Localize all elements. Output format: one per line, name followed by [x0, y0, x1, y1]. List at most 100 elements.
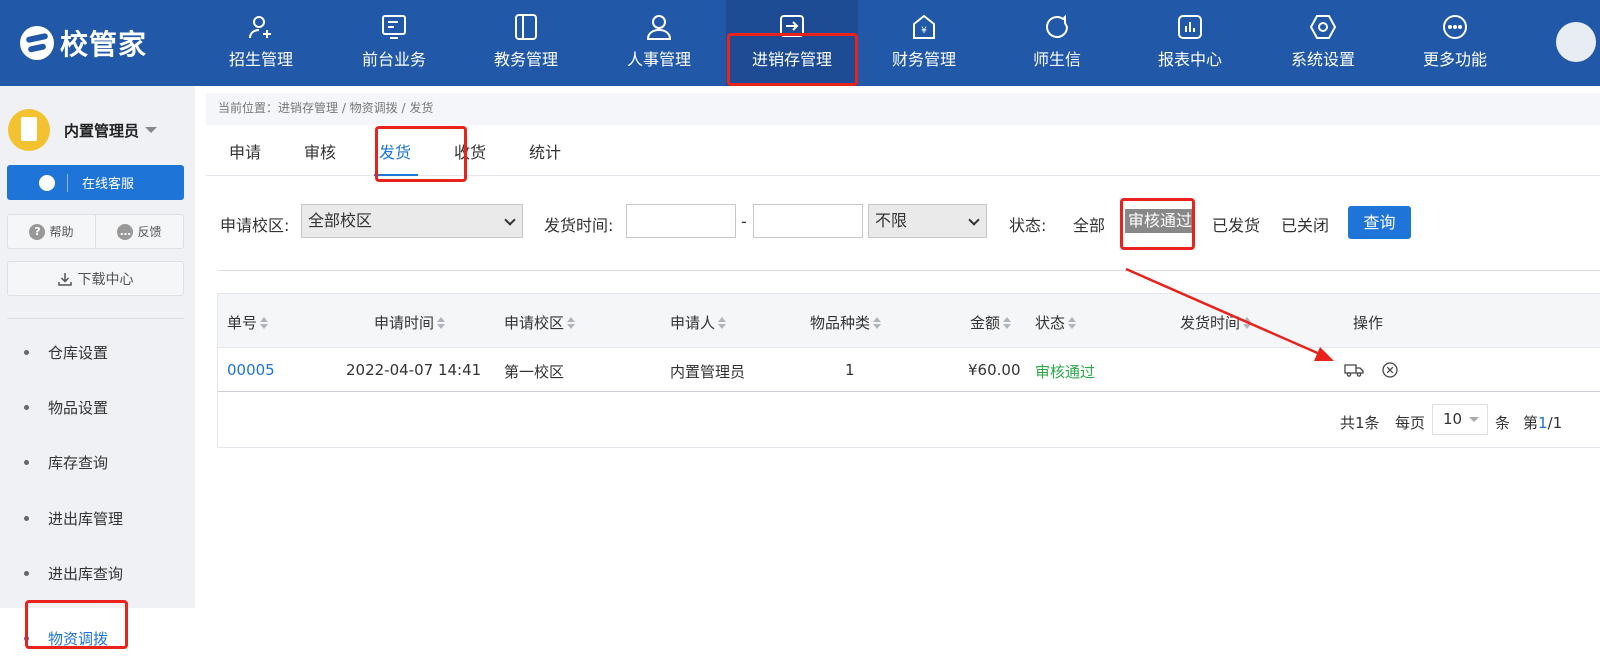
tab-ship[interactable]: 发货 — [379, 139, 411, 163]
status-option-closed[interactable]: 已关闭 — [1281, 212, 1329, 236]
column-header-amount[interactable]: 金额 — [970, 312, 1012, 333]
user-name: 内置管理员 — [64, 121, 140, 140]
online-service-button[interactable]: 在线客服 — [7, 165, 184, 200]
tab-receive[interactable]: 收货 — [454, 139, 486, 163]
sidebar: 内置管理员 在线客服 ? 帮助 … 反馈 下载中心 仓库设置 物品设置 库存查询… — [0, 86, 195, 668]
nav-label: 人事管理 — [626, 50, 691, 69]
nav-item-finance[interactable]: ¥ 财务管理 — [858, 0, 990, 86]
top-navigation: 校管家 招生管理 前台业务 教务管理 人事管理 进销存管理 ¥ 财务管理 师生信… — [0, 0, 1600, 86]
status-option-all[interactable]: 全部 — [1073, 212, 1105, 236]
sidebar-item-label: 物资调拨 — [48, 629, 109, 648]
sidebar-item-in-out-query[interactable]: 进出库查询 — [0, 553, 195, 593]
transfer-table: 单号 申请时间 申请校区 申请人 物品种类 金额 状态 发货时间 操作 0000… — [217, 293, 1600, 448]
status-option-approved[interactable]: 审核通过 — [1125, 209, 1196, 233]
column-header-item-kinds[interactable]: 物品种类 — [810, 312, 882, 333]
status-filter-label: 状态: — [1009, 216, 1047, 235]
feedback-label: 反馈 — [137, 225, 162, 239]
bar-chart-icon — [1178, 15, 1202, 39]
nav-item-settings[interactable]: 系统设置 — [1257, 0, 1389, 86]
sidebar-item-stock-query[interactable]: 库存查询 — [0, 442, 195, 482]
bullet-icon — [24, 404, 29, 410]
sort-icon — [1068, 316, 1077, 330]
campus-select-value: 全部校区 — [308, 211, 373, 230]
download-center-button[interactable]: 下载中心 — [7, 261, 184, 296]
app-logo[interactable]: 校管家 — [20, 22, 147, 64]
chevron-down-icon — [145, 127, 158, 133]
sidebar-item-label: 物品设置 — [48, 398, 109, 417]
nav-label: 更多功能 — [1422, 50, 1487, 69]
column-header-status[interactable]: 状态 — [1035, 312, 1077, 333]
tab-apply[interactable]: 申请 — [229, 139, 261, 163]
bullet-icon — [24, 635, 29, 641]
nav-label: 师生信 — [1032, 50, 1081, 69]
query-button[interactable]: 查询 — [1348, 206, 1411, 239]
status-option-shipped[interactable]: 已发货 — [1212, 212, 1260, 236]
sort-icon — [1243, 316, 1252, 330]
time-range-select[interactable]: 不限 — [868, 204, 987, 238]
nav-item-enrollment[interactable]: 招生管理 — [195, 0, 327, 86]
table-row: 00005 2022-04-07 14:41 第一校区 内置管理员 1 ¥60.… — [218, 348, 1600, 392]
account-avatar[interactable] — [1556, 22, 1596, 62]
page-size-select[interactable]: 10 — [1432, 404, 1488, 435]
column-header-applicant[interactable]: 申请人 — [670, 312, 727, 333]
nav-label: 系统设置 — [1290, 50, 1355, 69]
ship-time-start-input[interactable] — [626, 204, 736, 238]
cell-amount: ¥60.00 — [968, 361, 1021, 379]
column-header-ship-time[interactable]: 发货时间 — [1180, 312, 1252, 333]
order-no-link[interactable]: 00005 — [227, 361, 275, 379]
nav-label: 招生管理 — [228, 50, 293, 69]
column-header-apply-time[interactable]: 申请时间 — [374, 312, 446, 333]
ship-time-end-input[interactable] — [753, 204, 863, 238]
nav-item-front-desk[interactable]: 前台业务 — [328, 0, 460, 86]
close-circle-icon[interactable] — [1380, 360, 1400, 380]
breadcrumb: 当前位置：进销存管理 / 物资调拨 / 发货 — [206, 93, 1600, 125]
campus-filter-label: 申请校区: — [220, 216, 290, 235]
nav-label: 前台业务 — [361, 50, 426, 69]
sidebar-item-in-out-management[interactable]: 进出库管理 — [0, 498, 195, 538]
pager-unit: 条 — [1495, 414, 1511, 432]
pager-per-page-label: 每页 — [1395, 414, 1426, 432]
column-header-campus[interactable]: 申请校区 — [504, 312, 576, 333]
download-icon — [57, 272, 72, 286]
cell-status: 审核通过 — [1035, 363, 1096, 381]
feedback-button[interactable]: … 反馈 — [95, 215, 183, 248]
feedback-dots-icon: … — [117, 223, 134, 240]
column-header-order-no[interactable]: 单号 — [227, 312, 269, 333]
ship-time-label: 发货时间: — [544, 216, 614, 235]
time-range-value: 不限 — [875, 211, 908, 230]
help-button[interactable]: ? 帮助 — [8, 215, 95, 248]
cell-item-kinds: 1 — [845, 361, 855, 379]
user-menu[interactable]: 内置管理员 — [8, 108, 158, 152]
bullet-icon — [24, 515, 29, 521]
active-tab-indicator — [374, 174, 418, 176]
nav-item-academic[interactable]: 教务管理 — [460, 0, 592, 86]
nav-item-more[interactable]: 更多功能 — [1389, 0, 1521, 86]
nav-label: 财务管理 — [891, 50, 956, 69]
arrow-in-box-icon — [780, 15, 804, 37]
chevron-down-icon — [1469, 417, 1479, 422]
sidebar-item-item-settings[interactable]: 物品设置 — [0, 387, 195, 427]
yen-house-icon: ¥ — [913, 14, 935, 39]
nav-item-messages[interactable]: 师生信 — [991, 0, 1123, 86]
settings-hex-icon — [1309, 15, 1337, 39]
cell-campus: 第一校区 — [504, 363, 565, 381]
nav-item-inventory[interactable]: 进销存管理 — [726, 0, 858, 86]
sidebar-item-warehouse-settings[interactable]: 仓库设置 — [0, 332, 195, 372]
tab-bar: 申请 审核 发货 收货 统计 — [206, 125, 1600, 176]
more-dots-icon — [1443, 15, 1467, 39]
logo-text: 校管家 — [60, 28, 148, 61]
tab-statistics[interactable]: 统计 — [529, 139, 561, 163]
nav-item-hr[interactable]: 人事管理 — [593, 0, 725, 86]
sidebar-item-material-transfer[interactable]: 物资调拨 — [0, 608, 195, 668]
tab-review[interactable]: 审核 — [304, 139, 336, 163]
nav-label: 教务管理 — [493, 50, 558, 69]
sort-icon — [260, 316, 269, 330]
nav-item-reports[interactable]: 报表中心 — [1124, 0, 1256, 86]
sort-icon — [1003, 316, 1012, 330]
sidebar-item-label: 进出库查询 — [48, 564, 124, 583]
truck-icon[interactable] — [1344, 360, 1364, 380]
campus-select[interactable]: 全部校区 — [301, 204, 523, 238]
current-page[interactable]: 1 — [1538, 414, 1548, 432]
chat-bubble-icon — [1046, 14, 1069, 38]
svg-text:¥: ¥ — [921, 26, 927, 36]
